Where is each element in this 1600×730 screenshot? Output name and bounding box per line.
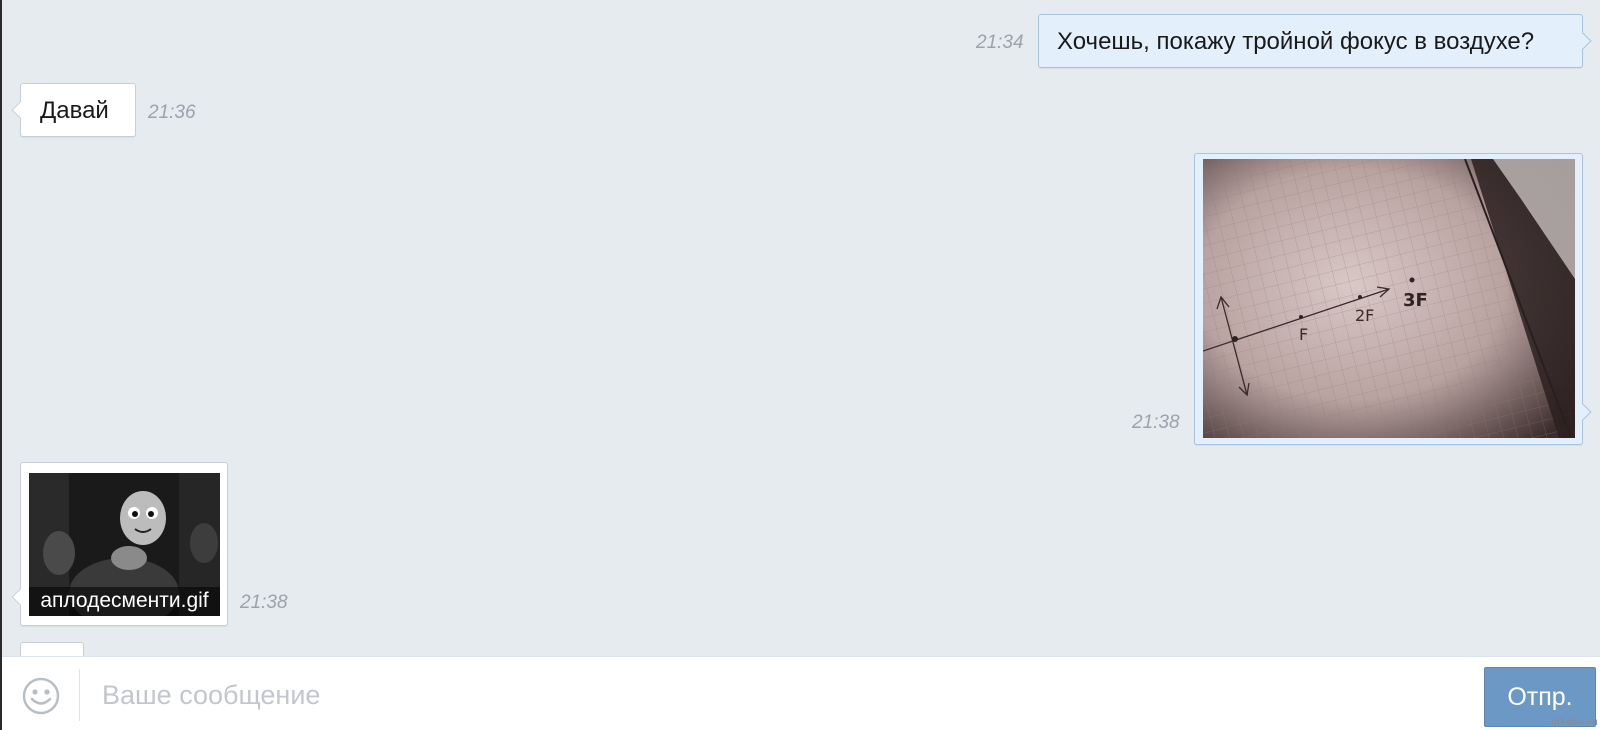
- gif-attachment[interactable]: аплодесменти.gif: [29, 473, 220, 616]
- photo-attachment[interactable]: F 2F 3F: [1203, 159, 1575, 438]
- message-timestamp: 21:38: [240, 592, 288, 613]
- message-timestamp: 21:34: [976, 32, 1024, 53]
- photo-label-2f: 2F: [1355, 306, 1374, 325]
- message-composer: Отпр. pikabu.ru: [2, 656, 1600, 730]
- outgoing-message[interactable]: Хочешь, покажу тройной фокус в воздухе?: [1038, 14, 1592, 68]
- composer-divider: [79, 669, 80, 721]
- message-timestamp: 21:36: [148, 102, 196, 123]
- message-timestamp: 21:38: [1132, 412, 1180, 433]
- bubble-tail: [1574, 403, 1592, 421]
- chat-window: 21:34 Хочешь, покажу тройной фокус в воз…: [0, 0, 1600, 730]
- bubble-tail: [11, 101, 29, 119]
- message-text: Давай: [40, 97, 109, 124]
- message-text: Хочешь, покажу тройной фокус в воздухе?: [1057, 28, 1535, 55]
- photo-label-3f: 3F: [1403, 290, 1428, 311]
- bubble-tail: [11, 588, 29, 606]
- watermark: pikabu.ru: [1550, 717, 1598, 728]
- outgoing-photo-message[interactable]: F 2F 3F: [1194, 153, 1592, 445]
- smiley-icon[interactable]: [22, 677, 60, 715]
- message-input[interactable]: [100, 669, 1474, 721]
- incoming-gif-message[interactable]: аплодесменти.gif: [11, 462, 228, 626]
- photo-label-f: F: [1299, 325, 1308, 344]
- incoming-message[interactable]: Давай: [11, 83, 136, 137]
- gif-filename: аплодесменти.gif: [29, 587, 220, 616]
- bubble-tail: [1574, 32, 1592, 50]
